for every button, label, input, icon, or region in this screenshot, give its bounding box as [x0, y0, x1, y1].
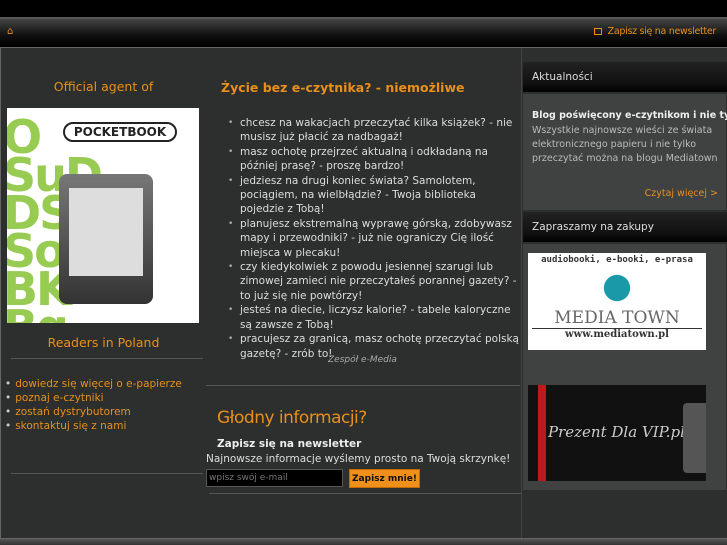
- mediatown-banner[interactable]: audiobooki, e-booki, e-prasa MEDIA TOWN …: [528, 253, 706, 350]
- newsletter-link[interactable]: Zapisz się na newsletter: [593, 26, 716, 37]
- benefits-list: chcesz na wakacjach przeczytać kilka ksi…: [228, 116, 522, 361]
- newsletter-heading: Głodny informacji?: [217, 408, 367, 428]
- mediatown-tagline: audiobooki, e-booki, e-prasa: [541, 255, 693, 265]
- agent-title: Official agent of: [53, 79, 154, 94]
- envelope-icon: [593, 28, 602, 35]
- divider: [11, 358, 203, 359]
- mediatown-url: www.mediatown.pl: [565, 329, 669, 340]
- main-content: Official agent of OSuDDSSoGBKBg POCKETBO…: [0, 47, 727, 539]
- list-item: planujesz ekstremalną wyprawę górską, zd…: [228, 217, 522, 260]
- read-more-link[interactable]: Czytaj więcej >: [645, 188, 718, 199]
- link-contact[interactable]: skontaktuj się z nami: [5, 419, 182, 433]
- list-item: chcesz na wakacjach przeczytać kilka ksi…: [228, 116, 522, 145]
- mediatown-name: MEDIA TOWN: [532, 308, 702, 329]
- subscribe-button[interactable]: Zapisz mnie!: [349, 469, 420, 488]
- home-icon[interactable]: ⌂: [7, 26, 13, 37]
- list-item: jesteś na diecie, liczysz kalorie? - tab…: [228, 303, 522, 332]
- center-column: Życie bez e-czytnika? - niemożliwe chces…: [206, 48, 521, 538]
- divider: [11, 473, 203, 474]
- ereader-device: [59, 174, 153, 304]
- link-distributor[interactable]: zostań dystrybutorem: [5, 405, 182, 419]
- prezent-vip-banner[interactable]: Prezent Dla VIP.pl: [528, 385, 706, 481]
- top-nav: ⌂ Zapisz się na newsletter: [0, 19, 727, 46]
- right-column: Aktualności Blog poświęcony e-czytnikom …: [521, 48, 727, 538]
- blog-text: Wszystkie najnowsze wieści ze świata ele…: [532, 125, 718, 164]
- news-panel: Blog poświęcony e-czytnikom i nie tylko …: [523, 94, 727, 210]
- newsletter-subheading: Zapisz się na newsletter: [217, 438, 362, 450]
- ribbon-icon: [538, 385, 546, 481]
- content-title: Życie bez e-czytnika? - niemożliwe: [221, 80, 465, 95]
- link-ereaders[interactable]: poznaj e-czytniki: [5, 391, 182, 405]
- divider: [206, 385, 520, 386]
- link-epaper[interactable]: dowiedz się więcej o e-papierze: [5, 377, 182, 391]
- readers-title: Readers in Poland: [47, 335, 160, 350]
- list-item: masz ochotę przejrzeć aktualną i odkłada…: [228, 145, 522, 174]
- left-column: Official agent of OSuDDSSoGBKBg POCKETBO…: [1, 48, 206, 538]
- tree-icon: [592, 268, 642, 308]
- email-input[interactable]: [206, 469, 343, 487]
- news-header: Aktualności: [523, 62, 727, 92]
- blog-title[interactable]: Blog poświęcony e-czytnikom i nie tylko: [532, 110, 727, 121]
- divider: [209, 493, 521, 494]
- newsletter-text: Najnowsze informacje wyślemy prosto na T…: [206, 453, 511, 465]
- list-item: czy kiedykolwiek z powodu jesiennej szar…: [228, 260, 522, 303]
- ereader-icon: [683, 403, 706, 473]
- left-links: dowiedz się więcej o e-papierze poznaj e…: [5, 377, 182, 433]
- pocketbook-banner[interactable]: OSuDDSSoGBKBg POCKETBOOK: [7, 108, 199, 323]
- footer-bar: [0, 539, 727, 545]
- vip-text: Prezent Dla VIP.pl: [548, 423, 685, 441]
- pocketbook-logo: POCKETBOOK: [63, 122, 177, 142]
- shop-panel: audiobooki, e-booki, e-prasa MEDIA TOWN …: [523, 244, 726, 490]
- signature: Zespół e-Media: [328, 355, 397, 365]
- list-item: jedziesz na drugi koniec świata? Samolot…: [228, 174, 522, 217]
- shop-header: Zapraszamy na zakupy: [523, 212, 727, 242]
